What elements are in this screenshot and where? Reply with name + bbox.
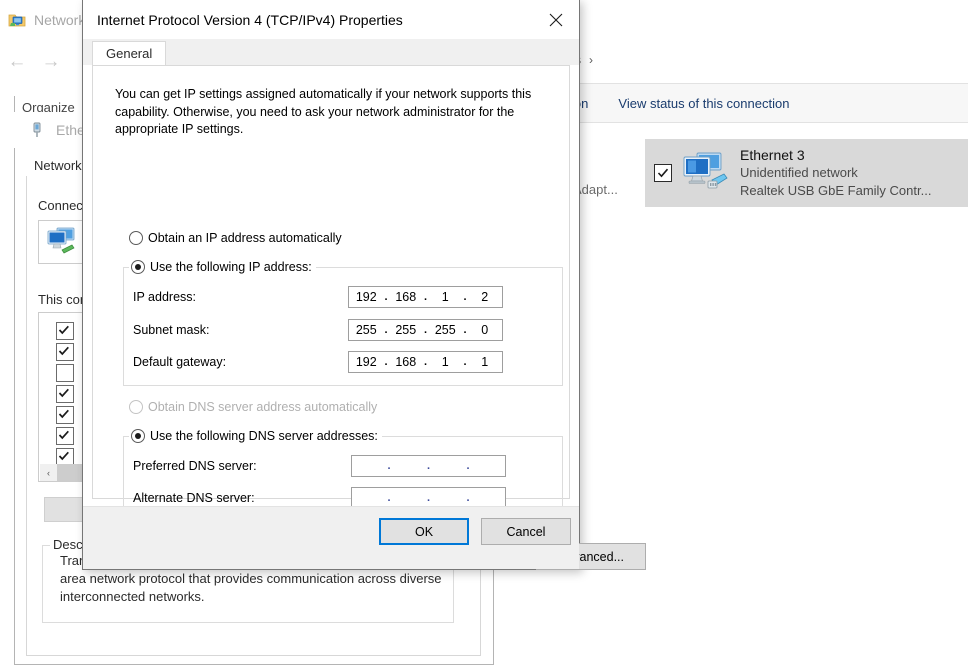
- radio-label: Obtain DNS server address automatically: [148, 400, 377, 414]
- default-gateway-row: Default gateway: 192 . 168 . 1 . 1: [133, 351, 503, 373]
- ip-separator: .: [426, 492, 431, 504]
- gateway-octet-1: 192: [349, 355, 384, 369]
- preferred-dns-label: Preferred DNS server:: [133, 459, 351, 473]
- ip-separator: .: [466, 460, 471, 472]
- list-item-checkbox[interactable]: [56, 364, 74, 382]
- ipv4-titlebar: Internet Protocol Version 4 (TCP/IPv4) P…: [83, 0, 579, 39]
- network-folder-icon: [8, 11, 26, 29]
- radio-indicator: [131, 260, 145, 274]
- ethernet-port-icon: [28, 121, 46, 139]
- ipv4-dialog-title: Internet Protocol Version 4 (TCP/IPv4) P…: [97, 12, 403, 28]
- connection-network: Unidentified network: [740, 164, 931, 182]
- radio-indicator: [131, 429, 145, 443]
- list-item-checkbox[interactable]: [56, 385, 74, 403]
- subnet-octet-4: 0: [468, 323, 503, 337]
- subnet-octet-3: 255: [428, 323, 463, 337]
- ip-separator: .: [387, 492, 392, 504]
- tab-general[interactable]: General: [92, 41, 166, 65]
- connection-name: Ethernet 3: [740, 146, 931, 164]
- radio-label: Use the following IP address:: [150, 260, 312, 274]
- connection-adapter: Realtek USB GbE Family Contr...: [740, 182, 931, 200]
- ip-octet-4: 2: [468, 290, 503, 304]
- radio-use-following-ip[interactable]: Use the following IP address:: [129, 260, 316, 274]
- ip-separator: .: [466, 492, 471, 504]
- ip-octet-2: 168: [389, 290, 424, 304]
- close-icon[interactable]: [533, 5, 579, 35]
- ip-address-label: IP address:: [133, 290, 348, 304]
- network-adapter-icon: [680, 150, 730, 196]
- ip-separator: .: [387, 460, 392, 472]
- ipv4-tabstrip: General: [83, 39, 579, 65]
- radio-indicator: [129, 400, 143, 414]
- ipv4-footer: OK Cancel: [83, 506, 579, 569]
- forward-icon[interactable]: →: [34, 52, 68, 71]
- scroll-left-icon[interactable]: ‹: [40, 464, 57, 481]
- subnet-mask-input[interactable]: 255 . 255 . 255 . 0: [348, 319, 503, 341]
- list-item-checkbox[interactable]: [56, 343, 74, 361]
- default-gateway-label: Default gateway:: [133, 355, 348, 369]
- subnet-mask-row: Subnet mask: 255 . 255 . 255 . 0: [133, 319, 503, 341]
- connection-checkbox[interactable]: [654, 164, 672, 182]
- ipv4-general-panel: You can get IP settings assigned automat…: [92, 65, 570, 499]
- view-status-link[interactable]: View status of this connection: [618, 96, 789, 111]
- explorer-title: Network: [34, 12, 85, 28]
- list-item-checkbox[interactable]: [56, 406, 74, 424]
- ipv4-properties-dialog: Internet Protocol Version 4 (TCP/IPv4) P…: [82, 0, 580, 570]
- preferred-dns-row: Preferred DNS server: . . .: [133, 455, 506, 477]
- connection-item-ethernet-3[interactable]: Ethernet 3 Unidentified network Realtek …: [645, 139, 968, 207]
- ipv4-intro-text: You can get IP settings assigned automat…: [115, 86, 555, 139]
- subnet-octet-1: 255: [349, 323, 384, 337]
- gateway-octet-4: 1: [468, 355, 503, 369]
- default-gateway-input[interactable]: 192 . 168 . 1 . 1: [348, 351, 503, 373]
- preferred-dns-input[interactable]: . . .: [351, 455, 506, 477]
- ip-address-input[interactable]: 192 . 168 . 1 . 2: [348, 286, 503, 308]
- ok-button[interactable]: OK: [379, 518, 469, 545]
- adapter-small-icon: [46, 226, 78, 256]
- gateway-octet-2: 168: [389, 355, 424, 369]
- cancel-button[interactable]: Cancel: [481, 518, 571, 545]
- subnet-octet-2: 255: [389, 323, 424, 337]
- ip-octet-1: 192: [349, 290, 384, 304]
- radio-obtain-ip-automatically[interactable]: Obtain an IP address automatically: [129, 231, 342, 245]
- radio-label: Obtain an IP address automatically: [148, 231, 342, 245]
- radio-obtain-dns-automatically[interactable]: Obtain DNS server address automatically: [129, 400, 377, 414]
- ip-separator: .: [426, 460, 431, 472]
- radio-indicator: [129, 231, 143, 245]
- alternate-dns-label: Alternate DNS server:: [133, 491, 351, 505]
- back-icon[interactable]: ←: [0, 52, 34, 71]
- list-item-checkbox[interactable]: [56, 427, 74, 445]
- radio-use-following-dns[interactable]: Use the following DNS server addresses:: [129, 429, 382, 443]
- connection-text: Ethernet 3 Unidentified network Realtek …: [740, 146, 931, 200]
- ip-address-row: IP address: 192 . 168 . 1 . 2: [133, 286, 503, 308]
- radio-label: Use the following DNS server addresses:: [150, 429, 378, 443]
- gateway-octet-3: 1: [428, 355, 463, 369]
- subnet-mask-label: Subnet mask:: [133, 323, 348, 337]
- chevron-right-icon: ›: [589, 53, 593, 67]
- list-item-checkbox[interactable]: [56, 322, 74, 340]
- ip-octet-3: 1: [428, 290, 463, 304]
